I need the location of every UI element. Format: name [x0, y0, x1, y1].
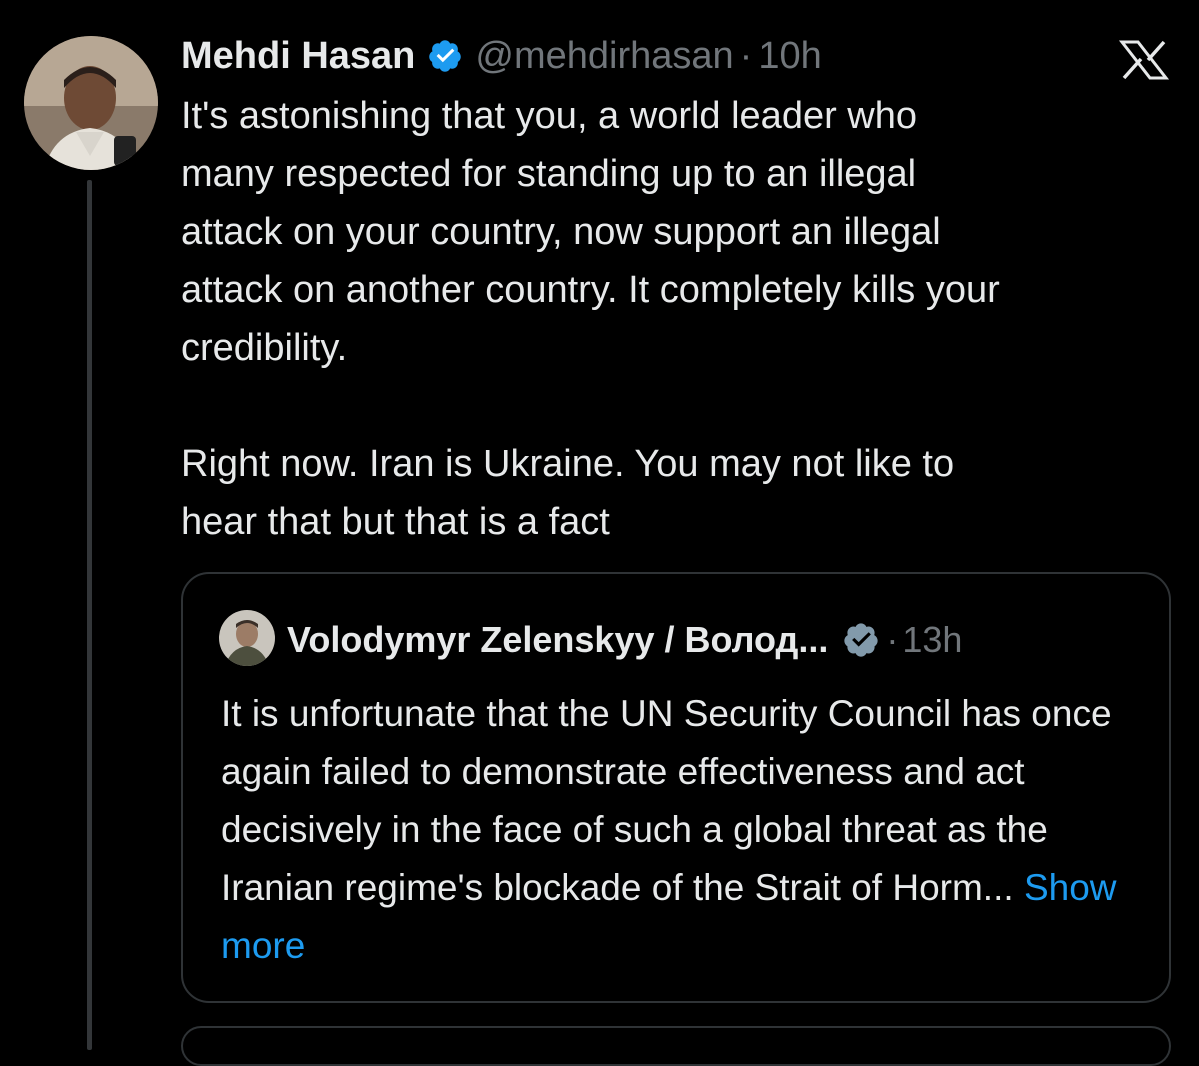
separator-dot: · [739, 34, 753, 77]
author-name[interactable]: Mehdi Hasan [181, 35, 415, 78]
author-avatar[interactable] [24, 36, 158, 170]
separator-dot: · [886, 619, 899, 660]
verified-badge-gray-icon [844, 623, 878, 657]
avatar-photo [24, 36, 158, 170]
quoted-post-body: It is unfortunate that the UN Security C… [221, 693, 1112, 908]
avatar-photo [219, 610, 275, 666]
quoted-post-header: Volodymyr Zelenskyy / Волод... · 13h [287, 614, 962, 666]
post-header: Mehdi Hasan @mehdirhasan · 10h [181, 30, 822, 82]
x-logo-icon [1118, 40, 1170, 80]
post-text: It's astonishing that you, a world leade… [181, 95, 1000, 543]
thread-line [87, 180, 92, 1050]
quoted-post-text: It is unfortunate that the UN Security C… [221, 685, 1151, 975]
quoted-post-time: 13h [902, 619, 963, 660]
quoted-author-name: Volodymyr Zelenskyy / Волод... [287, 619, 829, 660]
post-time[interactable]: 10h [758, 35, 821, 78]
author-handle[interactable]: @mehdirhasan [475, 35, 733, 78]
quoted-author-avatar [219, 610, 275, 666]
quoted-post-card[interactable]: Volodymyr Zelenskyy / Волод... · 13h It … [181, 572, 1171, 1003]
next-card-edge [181, 1026, 1171, 1066]
verified-badge-icon [429, 40, 462, 72]
